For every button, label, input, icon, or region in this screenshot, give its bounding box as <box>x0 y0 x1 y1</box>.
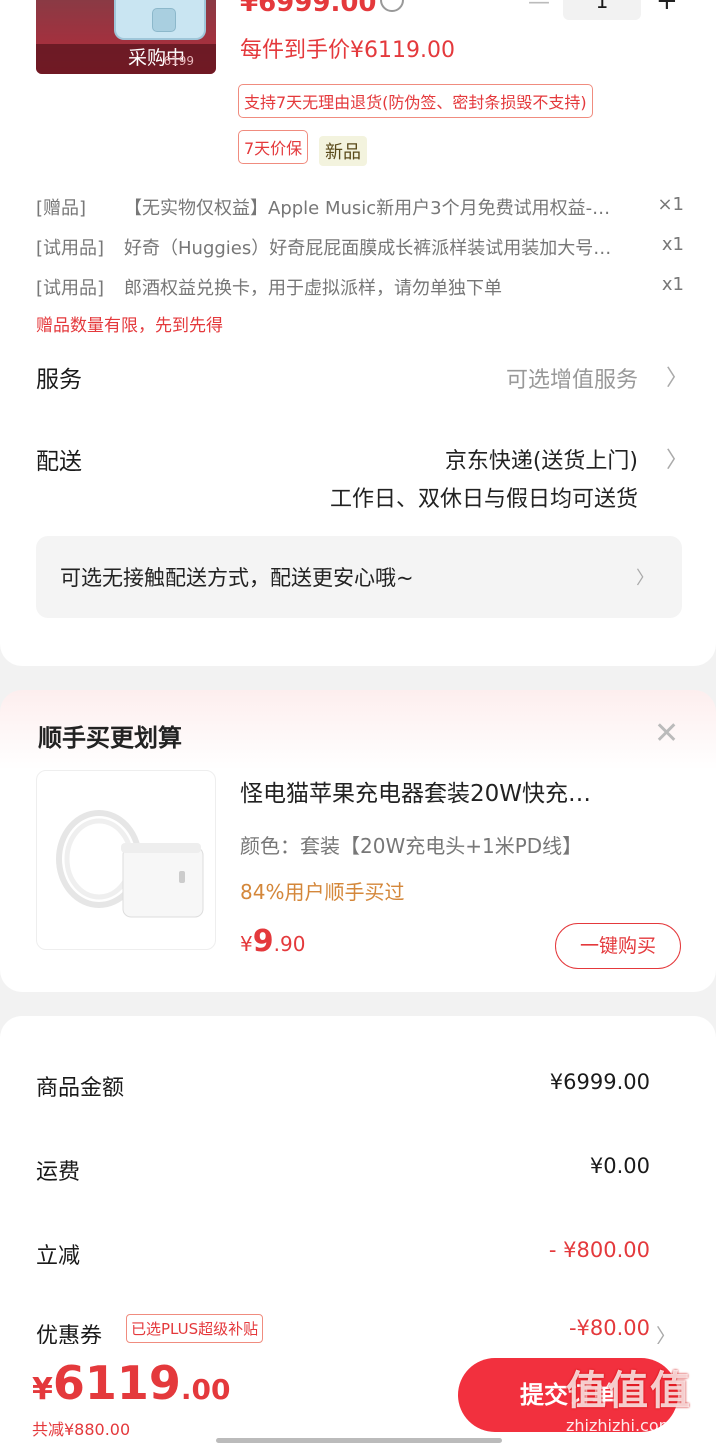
addon-recommend-card: 顺手买更划算 ✕ 怪电猫苹果充电器套装20W快充… 颜色：套装【20W充电头+1… <box>0 690 716 992</box>
price-protect-tag: 7天价保 <box>238 130 309 164</box>
watermark-url: zhizhizhi.com <box>566 1416 675 1435</box>
items-amount-label: 商品金额 <box>36 1076 125 1101</box>
final-unit-price: 每件到手价¥6119.00 <box>240 38 455 63</box>
chevron-right-icon: 〉 <box>636 568 654 589</box>
camera-icon <box>152 8 176 32</box>
new-product-tag: 新品 <box>319 136 367 166</box>
close-icon[interactable]: ✕ <box>654 716 679 751</box>
order-product-card: 采购中 6199 ¥6999.00 — 1 + 每件到手价¥6119.00 支持… <box>0 0 716 666</box>
addon-price: ¥9.90 <box>240 924 306 959</box>
delivery-schedule: 工作日、双休日与假日均可送货 <box>329 487 638 512</box>
shipping-label: 运费 <box>36 1160 81 1185</box>
gift-row[interactable]: [赠品] 【无实物仅权益】Apple Music新用户3个月免费试用权益-… ×1 <box>36 194 684 220</box>
discount-value: - ¥800.00 <box>548 1238 650 1262</box>
gift-row[interactable]: [试用品] 郎酒权益兑换卡，用于虚拟派样，请勿单独下单 x1 <box>36 274 684 300</box>
addon-product-name[interactable]: 怪电猫苹果充电器套装20W快充… <box>240 774 680 808</box>
addon-buyers-rate: 84%用户顺手买过 <box>240 880 405 904</box>
total-price: ¥6119.00 <box>32 1356 231 1410</box>
checkout-bar: ¥6119.00 共减¥880.00 提交订单 值值值 zhizhizhi.co… <box>0 1344 716 1444</box>
quantity-input[interactable]: 1 <box>563 0 641 20</box>
service-label: 服务 <box>36 367 82 393</box>
chevron-right-icon[interactable]: 〉 <box>666 360 688 392</box>
contactless-delivery-option[interactable]: 可选无接触配送方式，配送更安心哦~ 〉 <box>36 536 682 618</box>
delivery-value[interactable]: 京东快递(送货上门) <box>445 443 638 475</box>
addon-product-spec: 颜色：套装【20W充电头+1米PD线】 <box>240 834 583 858</box>
total-savings: 共减¥880.00 <box>32 1420 131 1439</box>
addon-title: 顺手买更划算 <box>38 724 182 752</box>
chevron-right-icon[interactable]: 〉 <box>666 442 688 474</box>
plus-subsidy-tag: 已选PLUS超级补贴 <box>126 1314 264 1343</box>
one-click-buy-button[interactable]: 一键购买 <box>555 923 681 969</box>
thumb-price: 6199 <box>163 54 194 68</box>
return-policy-tag: 支持7天无理由退货(防伪签、密封条损毁不支持) <box>238 84 593 118</box>
shipping-value: ¥0.00 <box>589 1154 650 1178</box>
watermark-logo: 值值值 <box>566 1368 692 1414</box>
service-value[interactable]: 可选增值服务 <box>506 362 638 394</box>
gift-note: 赠品数量有限，先到先得 <box>36 316 223 336</box>
charger-product-image[interactable] <box>36 770 216 950</box>
items-amount-value: ¥6999.00 <box>549 1070 650 1094</box>
contactless-text: 可选无接触配送方式，配送更安心哦~ <box>60 566 414 590</box>
product-thumbnail[interactable]: 采购中 6199 <box>36 0 216 74</box>
gift-row[interactable]: [试用品] 好奇（Huggies）好奇屁屁面膜成长裤派样装试用装加大号… x1 <box>36 234 684 260</box>
product-price: ¥6999.00 <box>240 0 377 18</box>
discount-label: 立减 <box>36 1244 81 1269</box>
coupon-value[interactable]: -¥80.00 <box>569 1316 650 1340</box>
quantity-minus-button[interactable]: — <box>528 0 550 15</box>
info-icon[interactable] <box>380 0 404 12</box>
delivery-label: 配送 <box>36 449 82 475</box>
home-indicator[interactable] <box>216 1438 502 1443</box>
quantity-plus-button[interactable]: + <box>656 0 678 16</box>
